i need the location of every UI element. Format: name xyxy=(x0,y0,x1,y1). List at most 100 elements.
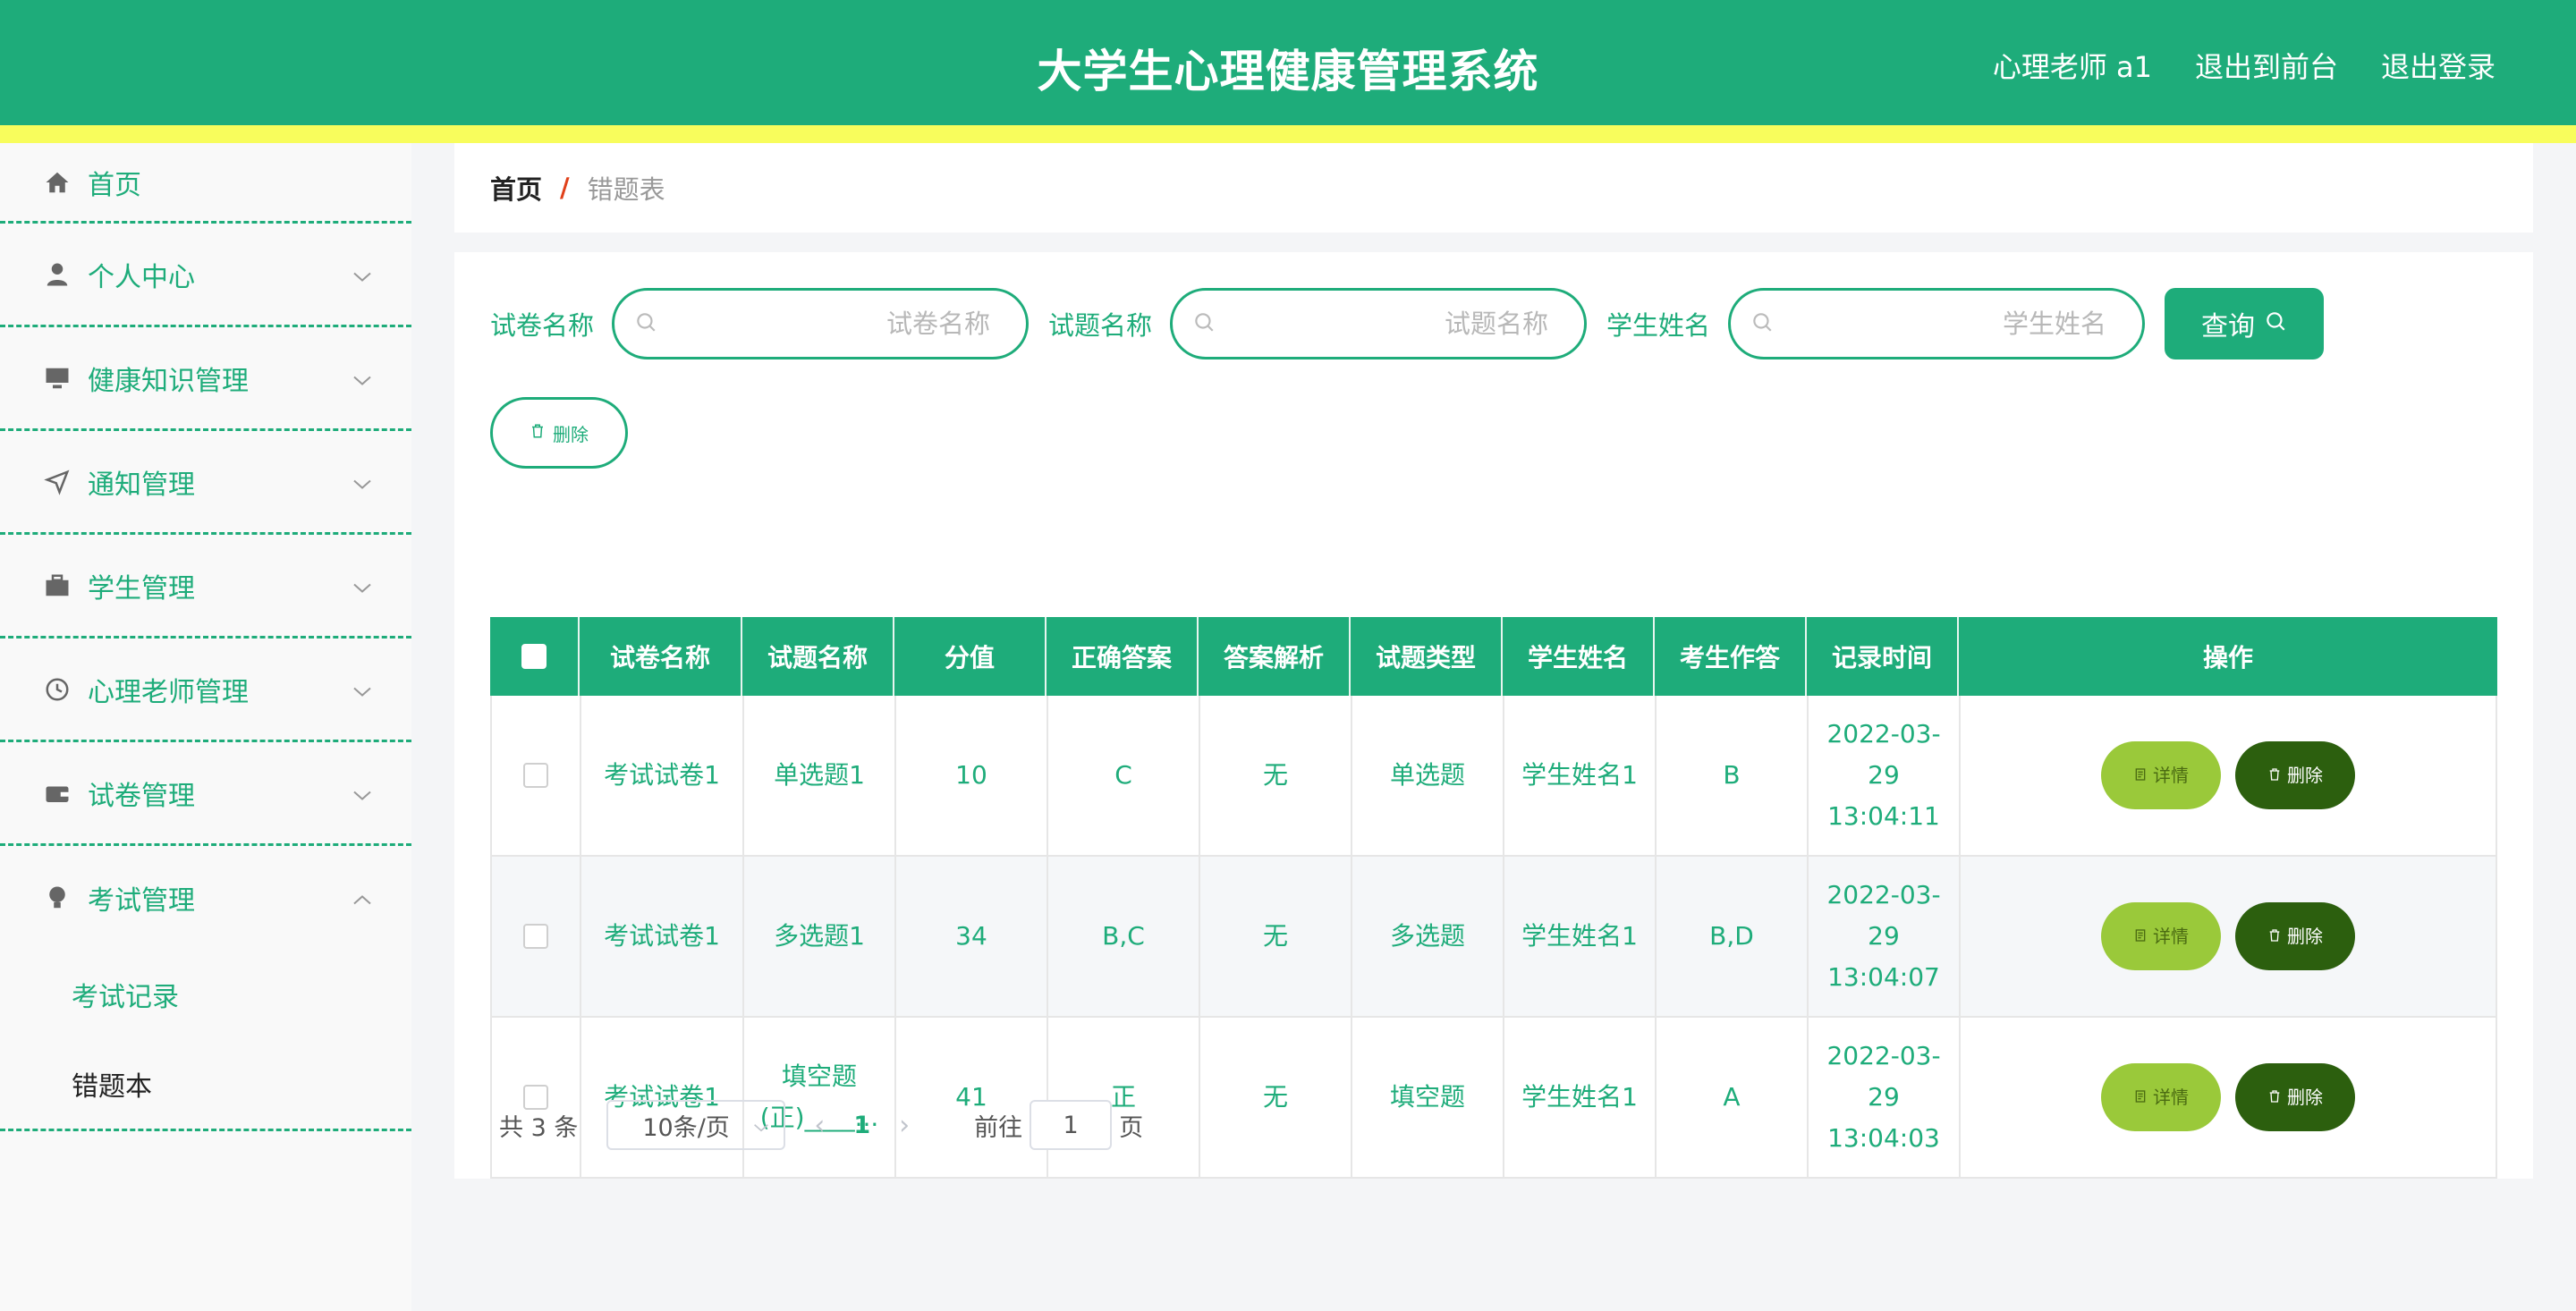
pagination: 共 3 条 10条/页 ‹ 1 › 前往 页 xyxy=(490,1100,1143,1150)
sidebar-item-label: 通知管理 xyxy=(88,469,195,501)
sidebar-item-students[interactable]: 学生管理 xyxy=(0,535,411,639)
cell-question: 单选题1 xyxy=(744,696,896,855)
submenu-item-exam-records[interactable]: 考试记录 xyxy=(0,950,411,1039)
row-select-cell xyxy=(492,857,581,1016)
next-page-button[interactable]: › xyxy=(899,1110,910,1141)
sidebar-item-health-knowledge[interactable]: 健康知识管理 xyxy=(0,327,411,431)
question-name-search-box xyxy=(1170,288,1588,359)
cell-student: 学生姓名1 xyxy=(1504,1018,1657,1177)
trash-icon xyxy=(530,422,546,444)
cell-paper: 考试试卷1 xyxy=(581,1018,744,1177)
sidebar-item-label: 考试管理 xyxy=(88,885,195,917)
column-header: 试卷名称 xyxy=(580,617,742,696)
sidebar-item-notices[interactable]: 通知管理 xyxy=(0,431,411,535)
sidebar-item-profile[interactable]: 个人中心 xyxy=(0,224,411,327)
sidebar-item-home[interactable]: 首页 xyxy=(0,143,411,224)
cell-time: 2022-03-29 13:04:07 xyxy=(1809,857,1961,1016)
exit-to-front-link[interactable]: 退出到前台 xyxy=(2195,45,2338,86)
current-user-label: 心理老师 a1 xyxy=(1992,50,2152,84)
goto-label: 前往 xyxy=(974,1113,1023,1142)
trash-icon xyxy=(2267,755,2282,796)
cell-score: 41 xyxy=(896,1018,1048,1177)
detail-button-label: 详情 xyxy=(2153,765,2189,786)
bulb-icon xyxy=(41,882,73,914)
column-header: 操作 xyxy=(2202,643,2253,672)
page-size-value: 10条/页 xyxy=(642,1113,730,1142)
cell-response: B,D xyxy=(1657,857,1809,1016)
column-header: 正确答案 xyxy=(1046,617,1199,696)
row-checkbox[interactable] xyxy=(523,763,548,788)
submenu-item-wrong-questions[interactable]: 错题本 xyxy=(0,1039,411,1129)
detail-button[interactable]: 详情 xyxy=(2101,902,2221,970)
page-size-select[interactable]: 10条/页 xyxy=(606,1100,786,1150)
briefcase-icon xyxy=(41,570,73,602)
query-button[interactable]: 查询 xyxy=(2165,288,2325,359)
table-row: 考试试卷1 单选题1 10 C 无 单选题 学生姓名1 B 2022-03-29… xyxy=(490,696,2497,857)
sidebar-item-papers[interactable]: 试卷管理 xyxy=(0,742,411,846)
paper-name-label: 试卷名称 xyxy=(490,310,595,341)
cell-score: 10 xyxy=(896,696,1048,855)
trash-icon xyxy=(2267,1077,2282,1118)
column-header: 考生作答 xyxy=(1655,617,1807,696)
breadcrumb: 首页 / 错题表 xyxy=(454,143,2533,233)
cell-response: A xyxy=(1657,1018,1809,1177)
delete-button-label: 删除 xyxy=(2287,765,2323,786)
cell-student: 学生姓名1 xyxy=(1504,857,1657,1016)
question-name-input[interactable] xyxy=(1216,309,1549,339)
cell-score: 34 xyxy=(896,857,1048,1016)
column-header: 试题名称 xyxy=(742,617,894,696)
header-links: 心理老师 a1 退出到前台 退出登录 xyxy=(1993,45,2496,86)
detail-button-label: 详情 xyxy=(2153,1087,2189,1108)
cell-answer: C xyxy=(1048,696,1200,855)
logout-link[interactable]: 退出登录 xyxy=(2381,45,2496,86)
cell-student: 学生姓名1 xyxy=(1504,696,1657,855)
batch-delete-button[interactable]: 删除 xyxy=(490,397,628,469)
cell-answer: 正 xyxy=(1048,1018,1200,1177)
column-header: 答案解析 xyxy=(1199,617,1351,696)
column-header: 试题类型 xyxy=(1351,617,1503,696)
cell-actions: 详情 删除 xyxy=(1961,696,2496,855)
goto-page-input[interactable] xyxy=(1030,1100,1113,1150)
delete-button[interactable]: 删除 xyxy=(2235,741,2355,809)
header-accent-stripe xyxy=(0,125,2576,143)
cell-time: 2022-03-29 13:04:11 xyxy=(1809,696,1961,855)
student-name-label: 学生姓名 xyxy=(1606,310,1711,341)
page-number-current[interactable]: 1 xyxy=(853,1112,870,1139)
cell-actions: 详情 删除 xyxy=(1961,1018,2496,1177)
document-icon xyxy=(2133,755,2148,796)
detail-button[interactable]: 详情 xyxy=(2101,741,2221,809)
row-select-cell xyxy=(492,696,581,855)
select-all-checkbox[interactable] xyxy=(521,644,547,669)
clock-icon xyxy=(41,673,73,706)
detail-button[interactable]: 详情 xyxy=(2101,1063,2221,1131)
table-header: 试卷名称 试题名称 分值 正确答案 答案解析 试题类型 学生姓名 考生作答 记录… xyxy=(490,617,2497,696)
chevron-down-icon xyxy=(352,777,372,808)
question-name-label: 试题名称 xyxy=(1048,310,1153,341)
content-card: 试卷名称 试题名称 学生姓名 查询 xyxy=(454,252,2533,1179)
row-checkbox[interactable] xyxy=(523,924,548,949)
chevron-down-icon xyxy=(352,570,372,601)
paper-name-input[interactable] xyxy=(657,309,991,339)
paper-name-search-box xyxy=(612,288,1030,359)
wrong-questions-table: 试卷名称 试题名称 分值 正确答案 答案解析 试题类型 学生姓名 考生作答 记录… xyxy=(490,617,2497,1179)
header-select-cell xyxy=(490,617,580,696)
sidebar-group-exams: 考试管理 考试记录 错题本 xyxy=(0,846,411,1131)
breadcrumb-home[interactable]: 首页 xyxy=(490,169,542,207)
document-icon xyxy=(2133,1077,2148,1118)
chevron-down-icon xyxy=(352,258,372,290)
sidebar-item-label: 心理老师管理 xyxy=(88,676,249,708)
home-icon xyxy=(41,166,73,199)
cell-analysis: 无 xyxy=(1200,857,1352,1016)
sidebar-item-exams[interactable]: 考试管理 xyxy=(0,846,411,950)
cell-question: 多选题1 xyxy=(744,857,896,1016)
prev-page-button[interactable]: ‹ xyxy=(814,1110,825,1141)
sidebar-item-teachers[interactable]: 心理老师管理 xyxy=(0,639,411,742)
sidebar: 首页 个人中心 健康知识管理 通知管理 学生管理 心理老师管理 试卷管理 考试管… xyxy=(0,143,411,1311)
table-row: 考试试卷1 填空题(正)____... 41 正 无 填空题 学生姓名1 A 2… xyxy=(490,1018,2497,1179)
page-suffix-label: 页 xyxy=(1119,1113,1144,1142)
column-header: 学生姓名 xyxy=(1503,617,1655,696)
delete-button[interactable]: 删除 xyxy=(2235,902,2355,970)
chevron-up-icon xyxy=(352,883,372,914)
delete-button[interactable]: 删除 xyxy=(2235,1063,2355,1131)
student-name-input[interactable] xyxy=(1774,309,2107,339)
